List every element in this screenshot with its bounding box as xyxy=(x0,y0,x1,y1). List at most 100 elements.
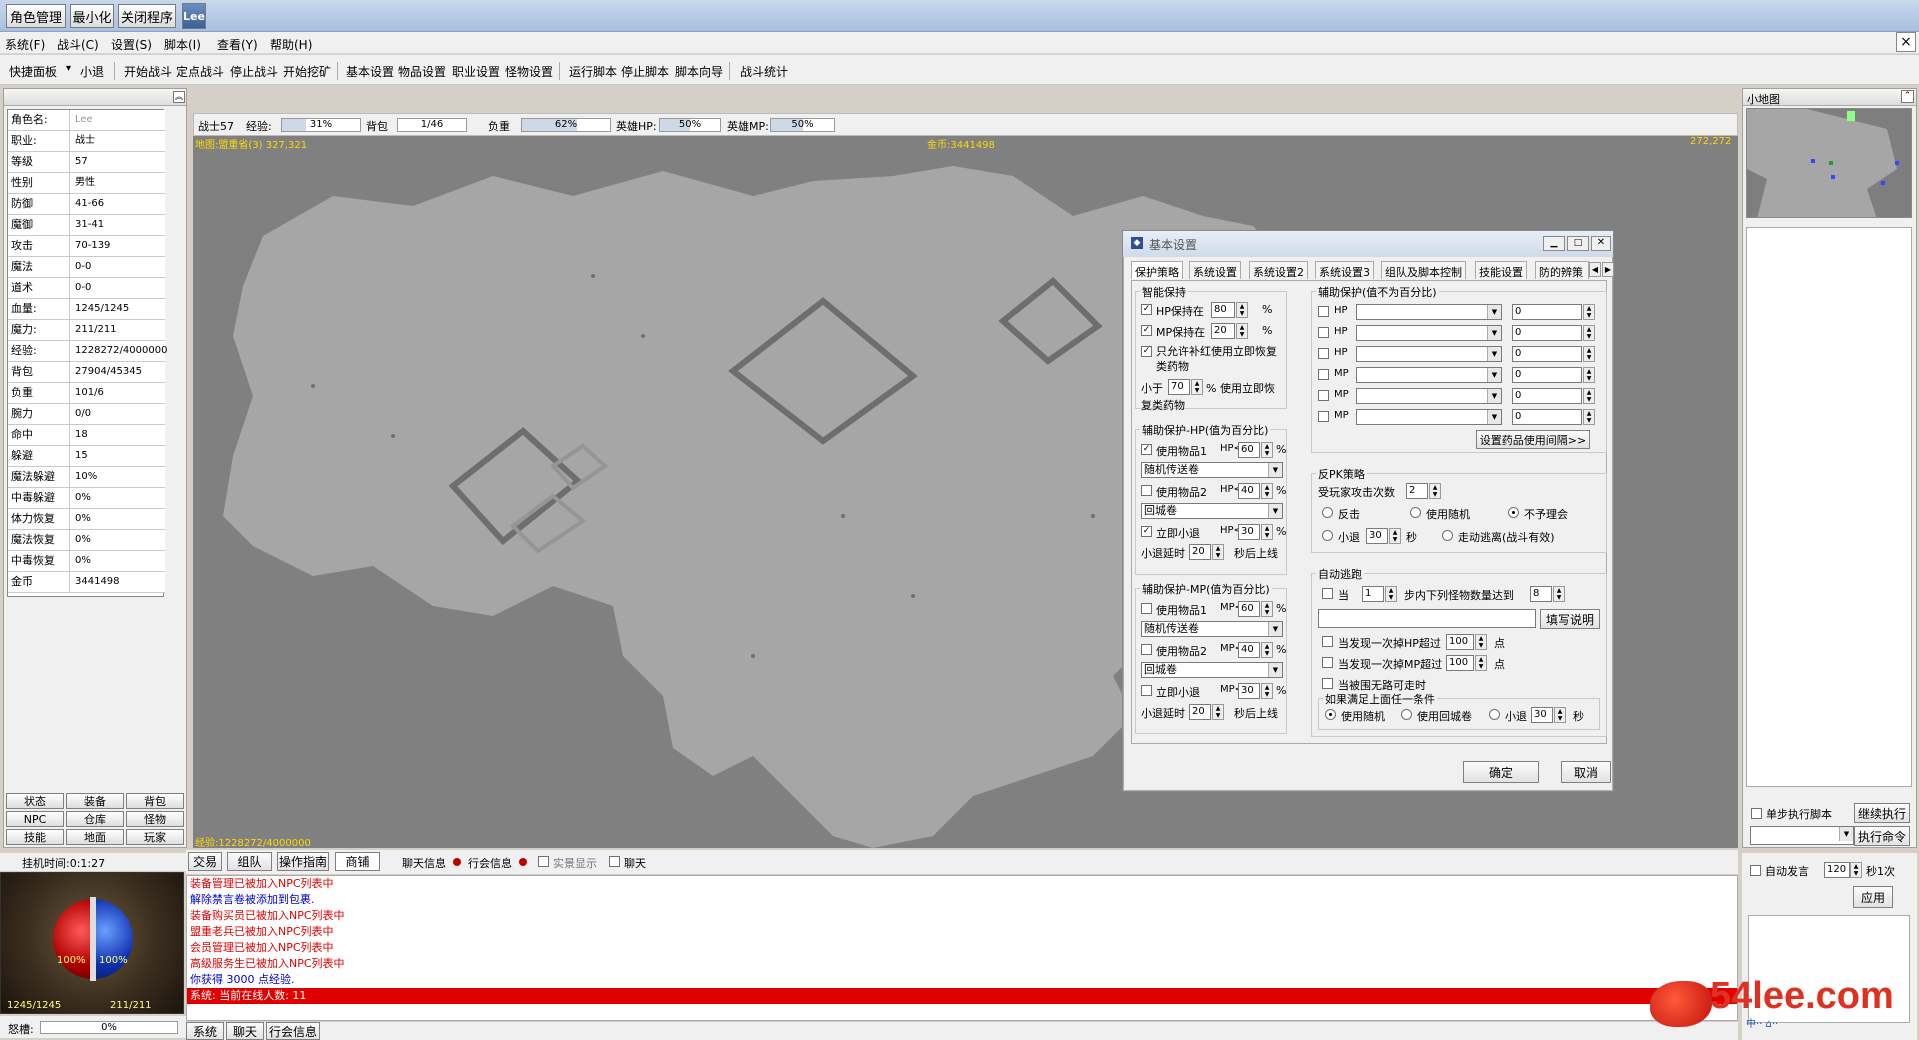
continue-button[interactable]: 继续执行 xyxy=(1854,803,1910,823)
retreat-spinner-2[interactable]: ▲ ▼ xyxy=(1554,707,1566,723)
mp-item1-input[interactable]: 60 xyxy=(1238,601,1260,617)
fight-back-radio[interactable] xyxy=(1322,507,1333,518)
team-tab[interactable]: 组队 xyxy=(227,852,272,871)
hp-item1-select[interactable]: 随机传送卷 ▼ xyxy=(1141,462,1283,478)
minimap-collapse-icon[interactable]: ⌃ xyxy=(1901,90,1914,103)
command-select[interactable]: ▼ xyxy=(1750,826,1854,845)
role-manage-button[interactable]: 角色管理 xyxy=(6,4,66,28)
chat-log[interactable]: 装备管理已被加入NPC列表中 解除禁言卷被添加到包裹. 装备购买员已被加入NPC列表… xyxy=(186,875,1738,1021)
retreat-input[interactable]: 30 xyxy=(1366,528,1388,544)
retreat-button[interactable]: 小退 xyxy=(80,63,104,80)
tab-skill-settings[interactable]: 技能设置 xyxy=(1475,261,1527,279)
dialog-close-icon[interactable]: ✕ xyxy=(1591,236,1611,251)
tab-team-script[interactable]: 组队及脚本控制 xyxy=(1381,261,1466,279)
apply-button[interactable]: 应用 xyxy=(1853,886,1893,908)
item-settings-button[interactable]: 物品设置 xyxy=(398,63,446,80)
mp-retreat-input[interactable]: 30 xyxy=(1238,683,1260,699)
mp-delay-spinner[interactable]: ▲ ▼ xyxy=(1212,704,1224,720)
mp-keep-checkbox[interactable]: ✓ xyxy=(1141,325,1152,336)
hp-item2-input[interactable]: 40 xyxy=(1238,483,1260,499)
stop-script-button[interactable]: 停止脚本 xyxy=(621,63,669,80)
use-random-radio[interactable] xyxy=(1410,507,1421,518)
mp-item2-checkbox[interactable] xyxy=(1141,644,1152,655)
tab-scroll-right-icon[interactable]: ▶ xyxy=(1602,262,1614,277)
aux-row-select[interactable]: ▼ xyxy=(1356,325,1502,341)
basic-settings-button[interactable]: 基本设置 xyxy=(346,63,394,80)
when-spinner[interactable]: ▲ ▼ xyxy=(1385,586,1397,602)
shop-tab[interactable]: 商铺 xyxy=(335,852,380,871)
tab-warehouse[interactable]: 仓库 xyxy=(66,811,124,827)
minimap[interactable] xyxy=(1746,108,1912,218)
minimize-button[interactable]: 最小化 xyxy=(70,4,114,28)
interval-spinner[interactable]: ▲ ▼ xyxy=(1850,862,1862,878)
aux-row-checkbox[interactable] xyxy=(1318,369,1329,380)
mp-item1-checkbox[interactable] xyxy=(1141,603,1152,614)
aux-row-input[interactable]: 0 xyxy=(1512,388,1582,404)
use-random-radio-2[interactable] xyxy=(1325,709,1336,720)
tab-player[interactable]: 玩家 xyxy=(126,829,184,845)
ignore-radio[interactable] xyxy=(1508,507,1519,518)
aux-row-input[interactable]: 0 xyxy=(1512,409,1582,425)
steps-input[interactable]: 8 xyxy=(1530,586,1552,602)
close-program-button[interactable]: 关闭程序 xyxy=(118,4,176,28)
found-hp-spinner[interactable]: ▲ ▼ xyxy=(1475,634,1487,650)
tab-protect[interactable]: 保护策略 xyxy=(1131,261,1183,279)
write-desc-button[interactable]: 填写说明 xyxy=(1540,609,1600,629)
battle-stats-button[interactable]: 战斗统计 xyxy=(740,63,788,80)
aux-row-checkbox[interactable] xyxy=(1318,390,1329,401)
hp-retreat-spinner[interactable]: ▲ ▼ xyxy=(1261,524,1273,540)
aux-row-checkbox[interactable] xyxy=(1318,411,1329,422)
chat-checkbox[interactable] xyxy=(609,856,620,867)
tab-system-settings-3[interactable]: 系统设置3 xyxy=(1315,261,1374,279)
ok-button[interactable]: 确定 xyxy=(1463,761,1539,783)
aux-row-spinner[interactable]: ▲ ▼ xyxy=(1583,304,1595,320)
hp-item2-spinner[interactable]: ▲ ▼ xyxy=(1261,483,1273,499)
quick-panel-button[interactable]: 快捷面板 xyxy=(9,63,57,80)
aux-row-checkbox[interactable] xyxy=(1318,327,1329,338)
hp-retreat-input[interactable]: 30 xyxy=(1238,524,1260,540)
chat-info-indicator-icon[interactable] xyxy=(453,858,461,866)
menu-settings[interactable]: 设置(S) xyxy=(111,36,152,53)
tab-npc[interactable]: NPC xyxy=(6,811,64,827)
hp-keep-spinner[interactable]: ▲ ▼ xyxy=(1236,302,1248,318)
mp-keep-input[interactable]: 20 xyxy=(1211,323,1235,339)
found-hp-input[interactable]: 100 xyxy=(1446,634,1474,650)
mp-item2-input[interactable]: 40 xyxy=(1238,642,1260,658)
tab-anti-cheat[interactable]: 防的辨策 xyxy=(1535,261,1589,279)
mp-retreat-spinner[interactable]: ▲ ▼ xyxy=(1261,683,1273,699)
hp-item1-input[interactable]: 60 xyxy=(1238,442,1260,458)
dialog-maximize-icon[interactable]: □ xyxy=(1567,236,1589,251)
job-settings-button[interactable]: 职业设置 xyxy=(452,63,500,80)
aux-row-checkbox[interactable] xyxy=(1318,306,1329,317)
hp-item2-select[interactable]: 回城卷 ▼ xyxy=(1141,503,1283,519)
run-script-button[interactable]: 运行脚本 xyxy=(569,63,617,80)
hp-item2-checkbox[interactable] xyxy=(1141,485,1152,496)
interval-input[interactable]: 120 xyxy=(1824,862,1850,878)
aux-row-spinner[interactable]: ▲ ▼ xyxy=(1583,388,1595,404)
fixed-battle-button[interactable]: 定点战斗 xyxy=(176,63,224,80)
tab-scroll-left-icon[interactable]: ◀ xyxy=(1589,262,1601,277)
start-battle-button[interactable]: 开始战斗 xyxy=(124,63,172,80)
aux-row-select[interactable]: ▼ xyxy=(1356,367,1502,383)
monster-list-input[interactable] xyxy=(1318,609,1536,628)
hp-keep-checkbox[interactable]: ✓ xyxy=(1141,304,1152,315)
hp-item1-spinner[interactable]: ▲ ▼ xyxy=(1261,442,1273,458)
aux-row-spinner[interactable]: ▲ ▼ xyxy=(1583,409,1595,425)
attacked-input[interactable]: 2 xyxy=(1406,483,1428,499)
mp-item2-spinner[interactable]: ▲ ▼ xyxy=(1261,642,1273,658)
auto-say-checkbox[interactable] xyxy=(1750,865,1761,876)
no-path-checkbox[interactable] xyxy=(1322,678,1333,689)
tab-skill[interactable]: 技能 xyxy=(6,829,64,845)
mp-item1-select[interactable]: 随机传送卷 ▼ xyxy=(1141,621,1283,637)
steps-spinner[interactable]: ▲ ▼ xyxy=(1553,586,1565,602)
when-checkbox[interactable] xyxy=(1322,588,1333,599)
tab-system-settings[interactable]: 系统设置 xyxy=(1189,261,1241,279)
mp-item2-select[interactable]: 回城卷 ▼ xyxy=(1141,662,1283,678)
hp-delay-input[interactable]: 20 xyxy=(1189,544,1211,560)
guild-info-indicator-icon[interactable] xyxy=(519,858,527,866)
hp-delay-spinner[interactable]: ▲ ▼ xyxy=(1212,544,1224,560)
hp-retreat-checkbox[interactable]: ✓ xyxy=(1141,526,1152,537)
tab-monster[interactable]: 怪物 xyxy=(126,811,184,827)
aux-row-input[interactable]: 0 xyxy=(1512,325,1582,341)
tab-system-settings-2[interactable]: 系统设置2 xyxy=(1249,261,1308,279)
